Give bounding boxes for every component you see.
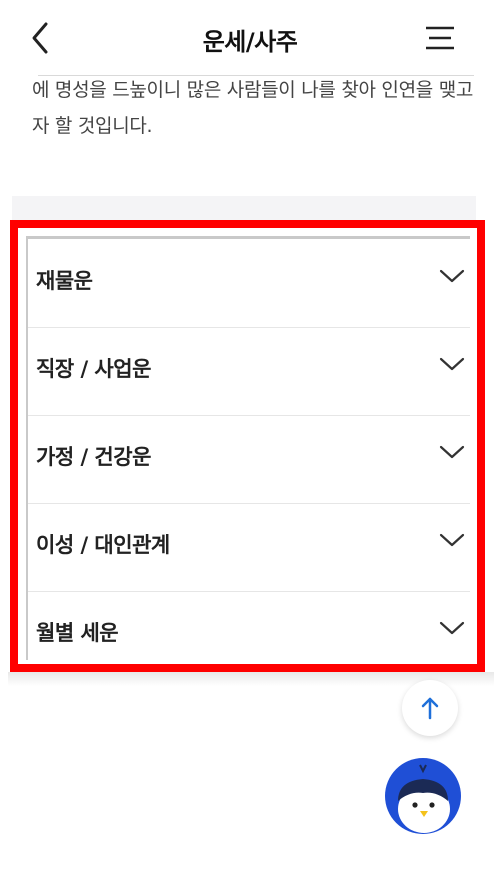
scroll-top-button[interactable] (402, 680, 458, 736)
chevron-down-icon (439, 269, 465, 283)
section-divider (12, 196, 476, 220)
accordion-item-family-health[interactable]: 가정 / 건강운 (28, 415, 470, 504)
chevron-down-icon (439, 533, 465, 547)
accordion-item-label: 월별 세운 (36, 621, 119, 645)
fortune-accordion: 재물운 직장 / 사업운 가정 / 건강운 이성 / 대인관계 월별 세운 (26, 236, 470, 660)
accordion-item-label: 가정 / 건강운 (36, 445, 151, 469)
menu-icon (426, 26, 454, 50)
accordion-item-monthly[interactable]: 월별 세운 (28, 591, 470, 679)
accordion-item-career[interactable]: 직장 / 사업운 (28, 327, 470, 416)
accordion-item-relationships[interactable]: 이성 / 대인관계 (28, 503, 470, 592)
menu-button[interactable] (420, 20, 460, 56)
accordion-item-label: 재물운 (36, 269, 93, 293)
penguin-mascot-icon (385, 758, 461, 834)
fortune-description: 에 명성을 드높이니 많은 사람들이 나를 찾아 인연을 맺고자 할 것입니다. (32, 79, 474, 137)
chatbot-mascot-button[interactable] (384, 757, 462, 835)
accordion-item-label: 이성 / 대인관계 (36, 533, 170, 557)
app-header: 운세/사주 (0, 0, 500, 76)
chevron-down-icon (439, 445, 465, 459)
accordion-item-wealth[interactable]: 재물운 (28, 239, 470, 328)
chevron-down-icon (439, 357, 465, 371)
arrow-up-icon (421, 697, 439, 720)
chevron-down-icon (439, 621, 465, 635)
accordion-item-label: 직장 / 사업운 (36, 357, 151, 381)
